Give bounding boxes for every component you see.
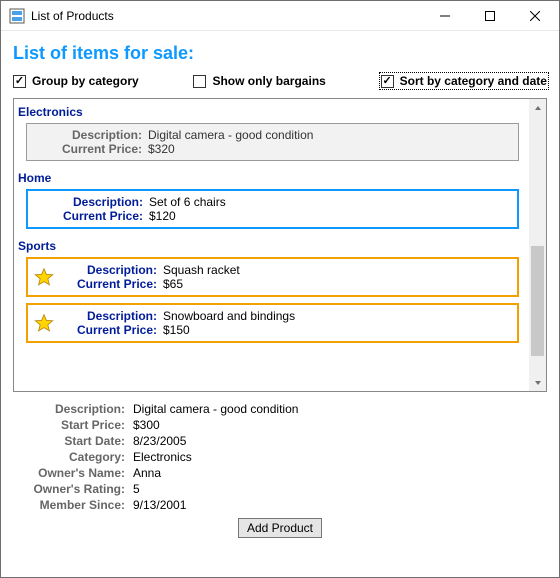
field-value-current-price: $65	[163, 277, 240, 291]
field-value-description: Snowboard and bindings	[163, 309, 295, 323]
star-icon	[34, 313, 54, 333]
scroll-up-button[interactable]	[529, 99, 546, 116]
field-label-description: Description:	[34, 195, 149, 209]
group-by-category-checkbox[interactable]: ✓ Group by category	[13, 74, 139, 88]
checkbox-icon: ✓	[381, 75, 394, 88]
detail-value-owners-rating: 5	[133, 482, 547, 496]
app-window: List of Products List of items for sale:…	[0, 0, 560, 578]
group-header: Home	[16, 167, 525, 187]
field-value-current-price: $120	[149, 209, 226, 223]
list-item[interactable]: Description: Snowboard and bindings Curr…	[26, 303, 519, 343]
field-label-description: Description:	[58, 263, 163, 277]
add-product-button[interactable]: Add Product	[238, 518, 322, 538]
details-panel: Description: Digital camera - good condi…	[13, 402, 547, 512]
checkbox-label: Group by category	[32, 74, 139, 88]
field-label-current-price: Current Price:	[58, 277, 163, 291]
window-controls	[422, 2, 557, 30]
window-title: List of Products	[31, 9, 422, 23]
vertical-scrollbar[interactable]	[529, 99, 546, 391]
detail-value-member-since: 9/13/2001	[133, 498, 547, 512]
detail-label-member-since: Member Since:	[13, 498, 133, 512]
content-area: List of items for sale: ✓ Group by categ…	[1, 31, 559, 577]
field-value-description: Squash racket	[163, 263, 240, 277]
list-viewport: Electronics Description: Digital camera …	[14, 99, 529, 391]
product-listbox[interactable]: Electronics Description: Digital camera …	[13, 98, 547, 392]
show-only-bargains-checkbox[interactable]: Show only bargains	[193, 74, 325, 88]
list-item[interactable]: Description: Set of 6 chairs Current Pri…	[26, 189, 519, 229]
field-label-current-price: Current Price:	[58, 323, 163, 337]
field-label-description: Description:	[33, 128, 148, 142]
detail-value-start-price: $300	[133, 418, 547, 432]
checkbox-label: Sort by category and date	[400, 74, 547, 88]
detail-label-category: Category:	[13, 450, 133, 464]
detail-value-owners-name: Anna	[133, 466, 547, 480]
checkbox-label: Show only bargains	[212, 74, 325, 88]
detail-value-start-date: 8/23/2005	[133, 434, 547, 448]
scroll-track[interactable]	[529, 116, 546, 374]
close-button[interactable]	[512, 2, 557, 30]
checkbox-icon	[193, 75, 206, 88]
footer: Add Product	[13, 512, 547, 538]
detail-label-start-price: Start Price:	[13, 418, 133, 432]
maximize-button[interactable]	[467, 2, 512, 30]
field-value-description: Set of 6 chairs	[149, 195, 226, 209]
scroll-down-button[interactable]	[529, 374, 546, 391]
group-header: Electronics	[16, 101, 525, 121]
page-title: List of items for sale:	[13, 43, 547, 64]
scroll-thumb[interactable]	[531, 246, 544, 356]
detail-value-description: Digital camera - good condition	[133, 402, 547, 416]
checkbox-icon: ✓	[13, 75, 26, 88]
sort-by-category-and-date-checkbox[interactable]: ✓ Sort by category and date	[381, 74, 547, 88]
star-icon	[34, 267, 54, 287]
title-bar: List of Products	[1, 1, 559, 31]
field-label-description: Description:	[58, 309, 163, 323]
detail-value-category: Electronics	[133, 450, 547, 464]
field-value-description: Digital camera - good condition	[148, 128, 313, 142]
detail-label-start-date: Start Date:	[13, 434, 133, 448]
detail-label-owners-name: Owner's Name:	[13, 466, 133, 480]
field-label-current-price: Current Price:	[34, 209, 149, 223]
field-label-current-price: Current Price:	[33, 142, 148, 156]
list-item[interactable]: Description: Squash racket Current Price…	[26, 257, 519, 297]
detail-label-description: Description:	[13, 402, 133, 416]
options-row: ✓ Group by category Show only bargains ✓…	[13, 74, 547, 94]
minimize-button[interactable]	[422, 2, 467, 30]
detail-label-owners-rating: Owner's Rating:	[13, 482, 133, 496]
list-item[interactable]: Description: Digital camera - good condi…	[26, 123, 519, 161]
field-value-current-price: $320	[148, 142, 313, 156]
field-value-current-price: $150	[163, 323, 295, 337]
group-header: Sports	[16, 235, 525, 255]
app-icon	[9, 8, 25, 24]
